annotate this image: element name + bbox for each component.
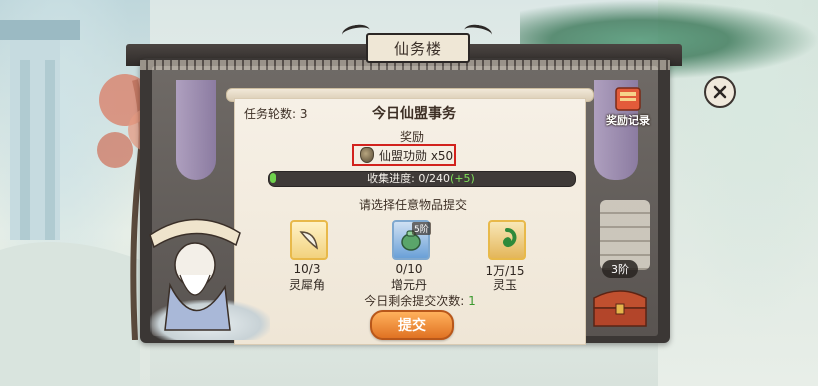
item-badge-2: 5阶 bbox=[412, 222, 431, 235]
task-round-count: 任务轮数: 3 bbox=[244, 107, 308, 121]
progress-label: 收集进度: 0/240 (+5) bbox=[268, 171, 574, 186]
item-name-2: 增元丹 bbox=[390, 278, 427, 292]
item-count-1: 10/3 bbox=[293, 262, 321, 276]
remaining-label: 今日剩余提交次数: bbox=[364, 294, 465, 308]
submit-button[interactable]: 提交 bbox=[370, 310, 454, 340]
item-name-1: 灵犀角 bbox=[288, 278, 325, 292]
panel-title: 今日仙盟事务 bbox=[372, 106, 456, 122]
remaining-value: 1 bbox=[468, 294, 476, 308]
item-name-3: 灵玉 bbox=[492, 278, 517, 292]
horn-icon bbox=[299, 231, 318, 250]
item-count-2: 0/10 bbox=[395, 262, 423, 276]
treasure-chest-icon[interactable] bbox=[588, 284, 652, 328]
tier-indicator: 3阶 bbox=[602, 260, 638, 278]
sage-npc bbox=[149, 218, 241, 331]
reward-highlight: 仙盟功勋 x50 bbox=[352, 144, 456, 166]
curtain-left bbox=[176, 80, 216, 180]
item-slot-horn[interactable] bbox=[290, 220, 328, 260]
close-button[interactable] bbox=[704, 76, 736, 108]
reward-heading: 奖励 bbox=[399, 130, 424, 144]
reward-text: 仙盟功勋 x50 bbox=[379, 148, 454, 163]
merit-token-icon bbox=[360, 147, 374, 163]
reward-record-label[interactable]: 奖励记录 bbox=[601, 112, 655, 128]
item-slot-jade[interactable] bbox=[488, 220, 526, 260]
remaining-submissions: 今日剩余提交次数: 1 bbox=[340, 292, 500, 309]
progress-text: 收集进度: 0/240 bbox=[367, 172, 451, 185]
progress-increment: (+5) bbox=[450, 171, 475, 185]
building-sign: 仙务楼 bbox=[366, 33, 470, 63]
instruction-text: 请选择任意物品提交 bbox=[358, 198, 467, 212]
close-icon bbox=[713, 85, 727, 99]
jade-icon bbox=[502, 228, 517, 248]
